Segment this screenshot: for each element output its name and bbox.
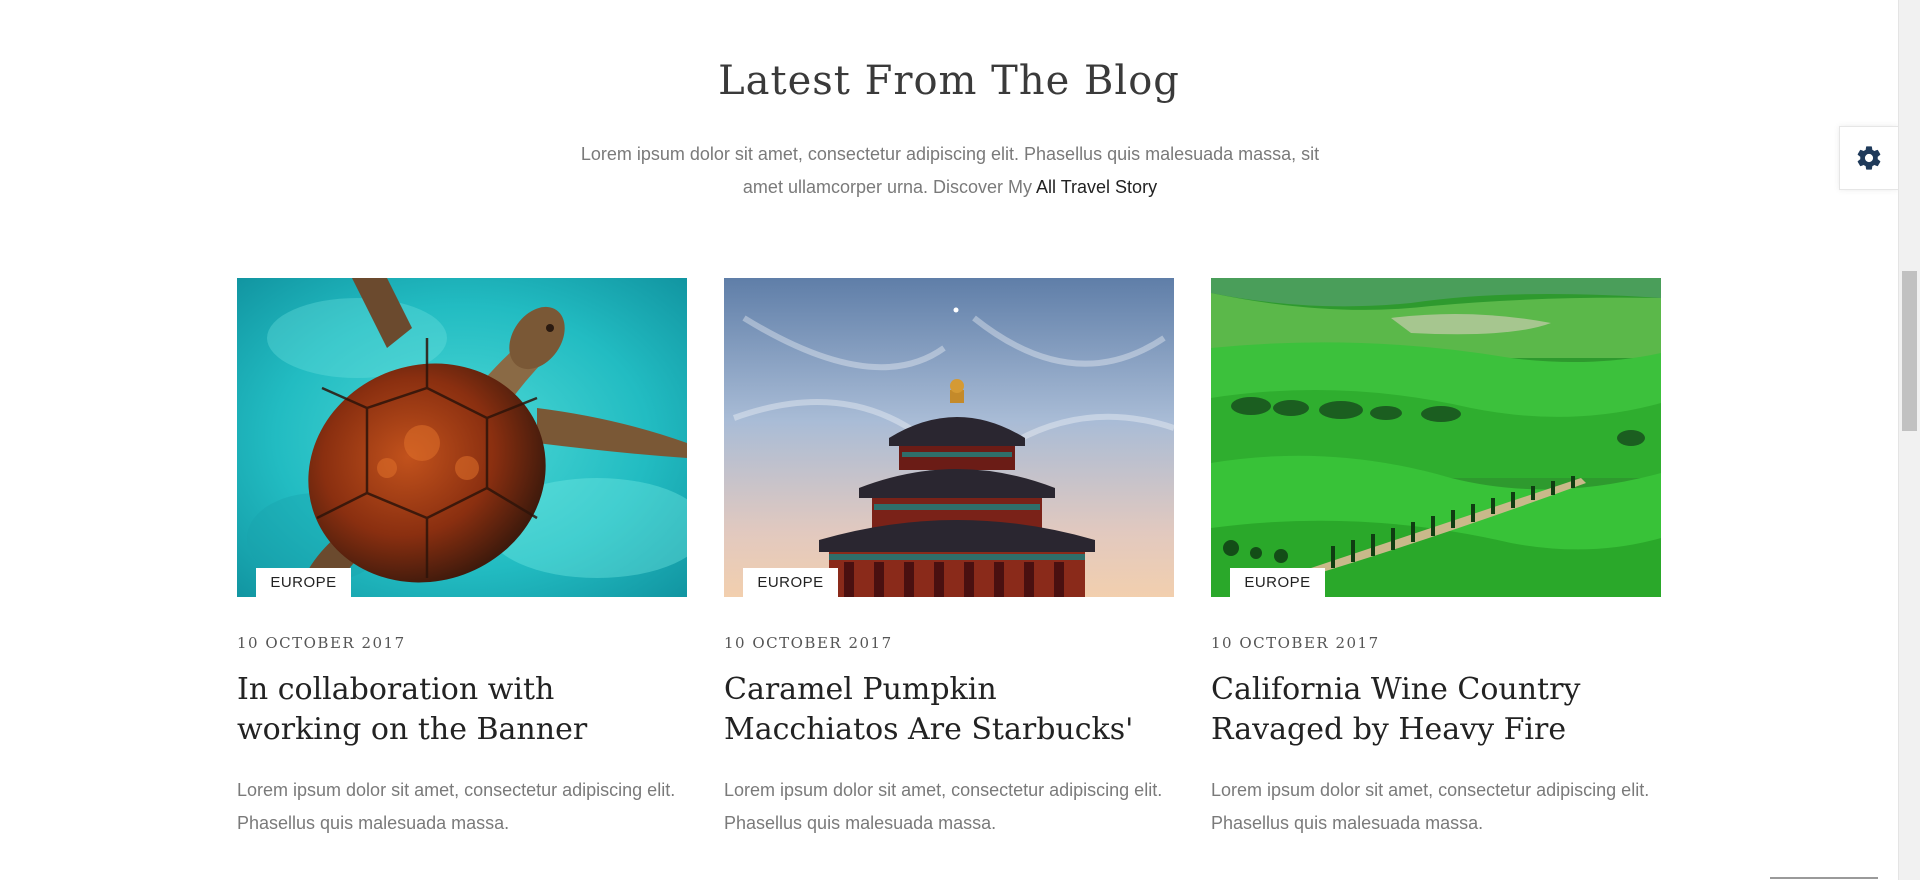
scrollbar-thumb[interactable] (1902, 271, 1917, 431)
all-travel-story-link[interactable]: All Travel Story (1036, 177, 1157, 197)
blog-post-card: EUROPE 10 OCTOBER 2017 In collaboration … (237, 278, 687, 840)
blog-post-card: EUROPE 10 OCTOBER 2017 Caramel Pumpkin M… (724, 278, 1174, 840)
blog-post-list: EUROPE 10 OCTOBER 2017 In collaboration … (237, 278, 1661, 840)
sea-turtle-image (237, 278, 687, 597)
temple-image (724, 278, 1174, 597)
post-title[interactable]: Caramel Pumpkin Macchiatos Are Starbucks… (724, 670, 1174, 750)
post-title[interactable]: California Wine Country Ravaged by Heavy… (1211, 670, 1661, 750)
gear-icon (1857, 146, 1881, 170)
divider (1770, 877, 1878, 879)
post-date: 10 OCTOBER 2017 (724, 634, 893, 652)
section-title: Latest From The Blog (718, 58, 1180, 104)
post-image[interactable]: EUROPE (237, 278, 687, 597)
intro-text: Lorem ipsum dolor sit amet, consectetur … (580, 144, 1320, 197)
category-badge[interactable]: EUROPE (1230, 568, 1325, 597)
category-badge[interactable]: EUROPE (256, 568, 351, 597)
post-image[interactable]: EUROPE (724, 278, 1174, 597)
vertical-scrollbar[interactable] (1898, 0, 1920, 880)
post-excerpt: Lorem ipsum dolor sit amet, consectetur … (1211, 780, 1650, 833)
post-excerpt: Lorem ipsum dolor sit amet, consectetur … (237, 780, 676, 833)
green-hills-image (1211, 278, 1661, 597)
post-excerpt: Lorem ipsum dolor sit amet, consectetur … (724, 780, 1163, 833)
post-date: 10 OCTOBER 2017 (1211, 634, 1380, 652)
post-image[interactable]: EUROPE (1211, 278, 1661, 597)
blog-post-card: EUROPE 10 OCTOBER 2017 California Wine C… (1211, 278, 1661, 840)
blog-section: Latest From The Blog Lorem ipsum dolor s… (0, 0, 1920, 880)
category-badge[interactable]: EUROPE (743, 568, 838, 597)
gear-icon-shape (1857, 146, 1881, 170)
section-intro: Lorem ipsum dolor sit amet, consectetur … (560, 138, 1340, 204)
settings-button[interactable] (1839, 126, 1898, 190)
post-date: 10 OCTOBER 2017 (237, 634, 406, 652)
post-title[interactable]: In collaboration with working on the Ban… (237, 670, 687, 750)
